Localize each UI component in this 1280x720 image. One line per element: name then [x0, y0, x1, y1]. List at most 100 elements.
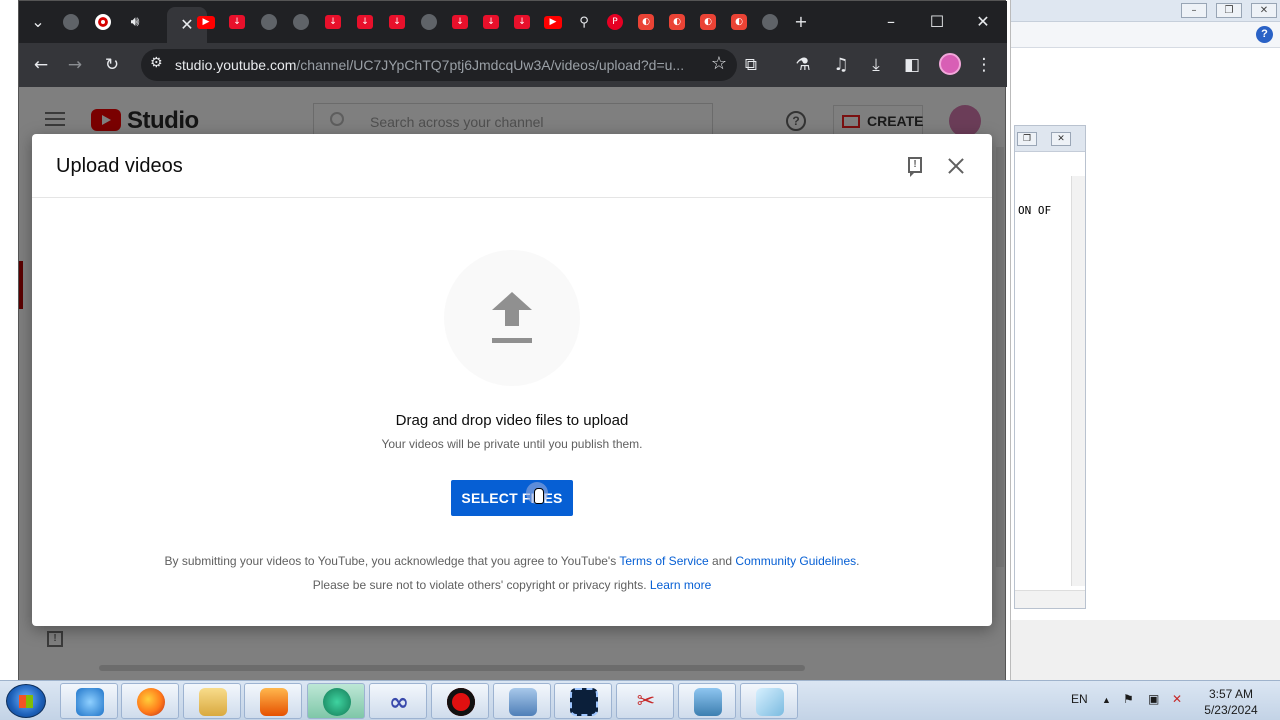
close-window-icon[interactable]: ✕: [968, 7, 998, 37]
browser-tab[interactable]: [92, 11, 114, 33]
language-indicator[interactable]: EN: [1071, 692, 1088, 706]
terms-of-service-link[interactable]: Terms of Service: [619, 554, 708, 568]
profile-avatar[interactable]: [939, 53, 961, 75]
create-button[interactable]: CREATE: [833, 105, 924, 137]
browser-tab[interactable]: [290, 11, 312, 33]
select-files-button[interactable]: SELECT FILES: [451, 480, 573, 516]
youtube-logo-icon[interactable]: [91, 109, 121, 131]
downloads-icon[interactable]: ⤓: [862, 51, 890, 79]
url-text[interactable]: studio.youtube.com/channel/UC7JYpChTQ7pt…: [175, 57, 684, 73]
vertical-scrollbar[interactable]: [996, 147, 1004, 567]
learn-more-link[interactable]: Learn more: [650, 578, 711, 592]
browser-tab[interactable]: ◐: [728, 11, 750, 33]
help-icon[interactable]: ?: [786, 111, 806, 131]
minimize-icon[interactable]: –: [1181, 3, 1207, 18]
browser-tab[interactable]: [60, 11, 82, 33]
taskbar-app-editor[interactable]: [554, 683, 612, 719]
background-subwindow: ❐ ✕ ON OF: [1014, 125, 1086, 609]
labs-flask-icon[interactable]: ⚗: [789, 51, 817, 79]
close-icon[interactable]: [944, 154, 968, 178]
browser-tab[interactable]: ↓: [386, 11, 408, 33]
tab-strip: ⌄ 🔊︎ ✕ ▶ ↓ ↓ ↓ ↓ ↓ ↓ ↓ ▶ ⚲ P ◐ ◐ ◐ ◐ + –…: [19, 1, 1007, 43]
background-app-footer: [1011, 620, 1280, 680]
minimize-icon[interactable]: –: [876, 7, 906, 37]
globe-icon: [63, 14, 79, 30]
browser-tab[interactable]: ◐: [697, 11, 719, 33]
volume-muted-icon[interactable]: ✕: [1172, 692, 1182, 706]
active-nav-indicator: [19, 261, 23, 309]
browser-tab[interactable]: ⚲: [573, 11, 595, 33]
back-icon[interactable]: ←: [27, 51, 55, 79]
taskbar-app-recorder[interactable]: [431, 683, 489, 719]
show-hidden-icons-icon[interactable]: ▲: [1102, 695, 1111, 705]
reload-icon[interactable]: ↻: [98, 51, 126, 79]
background-app-titlebar: – ❐ ✕: [1011, 0, 1280, 22]
channel-avatar[interactable]: [949, 105, 981, 137]
download-icon: ↓: [325, 15, 341, 29]
windows-logo-icon: [19, 695, 33, 708]
extensions-icon[interactable]: ⧉: [737, 51, 765, 79]
devices-icon[interactable]: ▣: [1148, 692, 1159, 706]
browser-tab[interactable]: ↓: [511, 11, 533, 33]
horizontal-scrollbar[interactable]: [99, 665, 805, 671]
start-button[interactable]: [6, 684, 46, 718]
studio-logo-text[interactable]: Studio: [127, 107, 199, 135]
vertical-scrollbar[interactable]: [1071, 176, 1085, 586]
browser-tab[interactable]: ↓: [480, 11, 502, 33]
taskbar-app-photos[interactable]: [678, 683, 736, 719]
link-icon: ⚲: [579, 14, 589, 30]
taskbar-app-notes[interactable]: [740, 683, 798, 719]
taskbar-app-snipping[interactable]: ✂: [616, 683, 674, 719]
close-icon[interactable]: ✕: [1251, 3, 1277, 18]
browser-tab[interactable]: ↓: [449, 11, 471, 33]
browser-tab[interactable]: ◐: [635, 11, 657, 33]
taskbar-app-player[interactable]: [244, 683, 302, 719]
browser-tab[interactable]: [258, 11, 280, 33]
taskbar-app-infinity[interactable]: ∞: [369, 683, 427, 719]
internet-explorer-icon: [76, 688, 104, 716]
upload-drop-zone[interactable]: [444, 250, 580, 386]
browser-tab[interactable]: [418, 11, 440, 33]
browser-tab[interactable]: ▶: [542, 11, 564, 33]
globe-icon: [261, 14, 277, 30]
side-panel-icon[interactable]: ◧: [898, 51, 926, 79]
browser-tab[interactable]: ▶: [195, 11, 217, 33]
forward-icon[interactable]: →: [61, 51, 89, 79]
taskbar-app-network[interactable]: [493, 683, 551, 719]
new-tab-icon[interactable]: +: [786, 7, 816, 37]
feedback-icon[interactable]: !: [908, 157, 922, 177]
site-info-icon[interactable]: ⚙: [150, 55, 163, 71]
browser-tab[interactable]: 🔊︎: [124, 11, 146, 33]
browser-tab[interactable]: [759, 11, 781, 33]
browser-tab[interactable]: ↓: [354, 11, 376, 33]
browser-tab[interactable]: ◐: [666, 11, 688, 33]
menu-kebab-icon[interactable]: ⋮: [970, 51, 998, 79]
taskbar-app-active[interactable]: [307, 683, 365, 719]
send-feedback-icon[interactable]: !: [47, 631, 63, 647]
tab-search-icon[interactable]: ⌄: [23, 7, 53, 37]
download-icon: ↓: [483, 15, 499, 29]
taskbar-app-explorer[interactable]: [183, 683, 241, 719]
restore-icon[interactable]: ❐: [1017, 132, 1037, 146]
media-player-icon: [260, 688, 288, 716]
maximize-icon[interactable]: ☐: [922, 7, 952, 37]
community-guidelines-link[interactable]: Community Guidelines: [735, 554, 856, 568]
close-icon[interactable]: ✕: [1051, 132, 1071, 146]
restore-icon[interactable]: ❐: [1216, 3, 1242, 18]
system-clock[interactable]: 3:57 AM 5/23/2024: [1190, 686, 1272, 718]
help-icon[interactable]: ?: [1256, 26, 1273, 43]
hamburger-menu-icon[interactable]: [45, 112, 65, 126]
address-bar[interactable]: ⚙ studio.youtube.com/channel/UC7JYpChTQ7…: [141, 49, 737, 81]
app-icon: ◐: [638, 14, 654, 30]
media-control-icon[interactable]: ♫: [827, 51, 855, 79]
action-center-flag-icon[interactable]: ⚑: [1123, 692, 1134, 706]
network-icon: [509, 688, 537, 716]
taskbar-app-firefox[interactable]: [121, 683, 179, 719]
taskbar-app-ie[interactable]: [60, 683, 118, 719]
bookmark-star-icon[interactable]: ☆: [711, 53, 727, 74]
horizontal-scrollbar[interactable]: [1015, 590, 1085, 608]
browser-tab[interactable]: ↓: [322, 11, 344, 33]
app-icon: ◐: [731, 14, 747, 30]
browser-tab[interactable]: P: [604, 11, 626, 33]
browser-tab[interactable]: ↓: [226, 11, 248, 33]
